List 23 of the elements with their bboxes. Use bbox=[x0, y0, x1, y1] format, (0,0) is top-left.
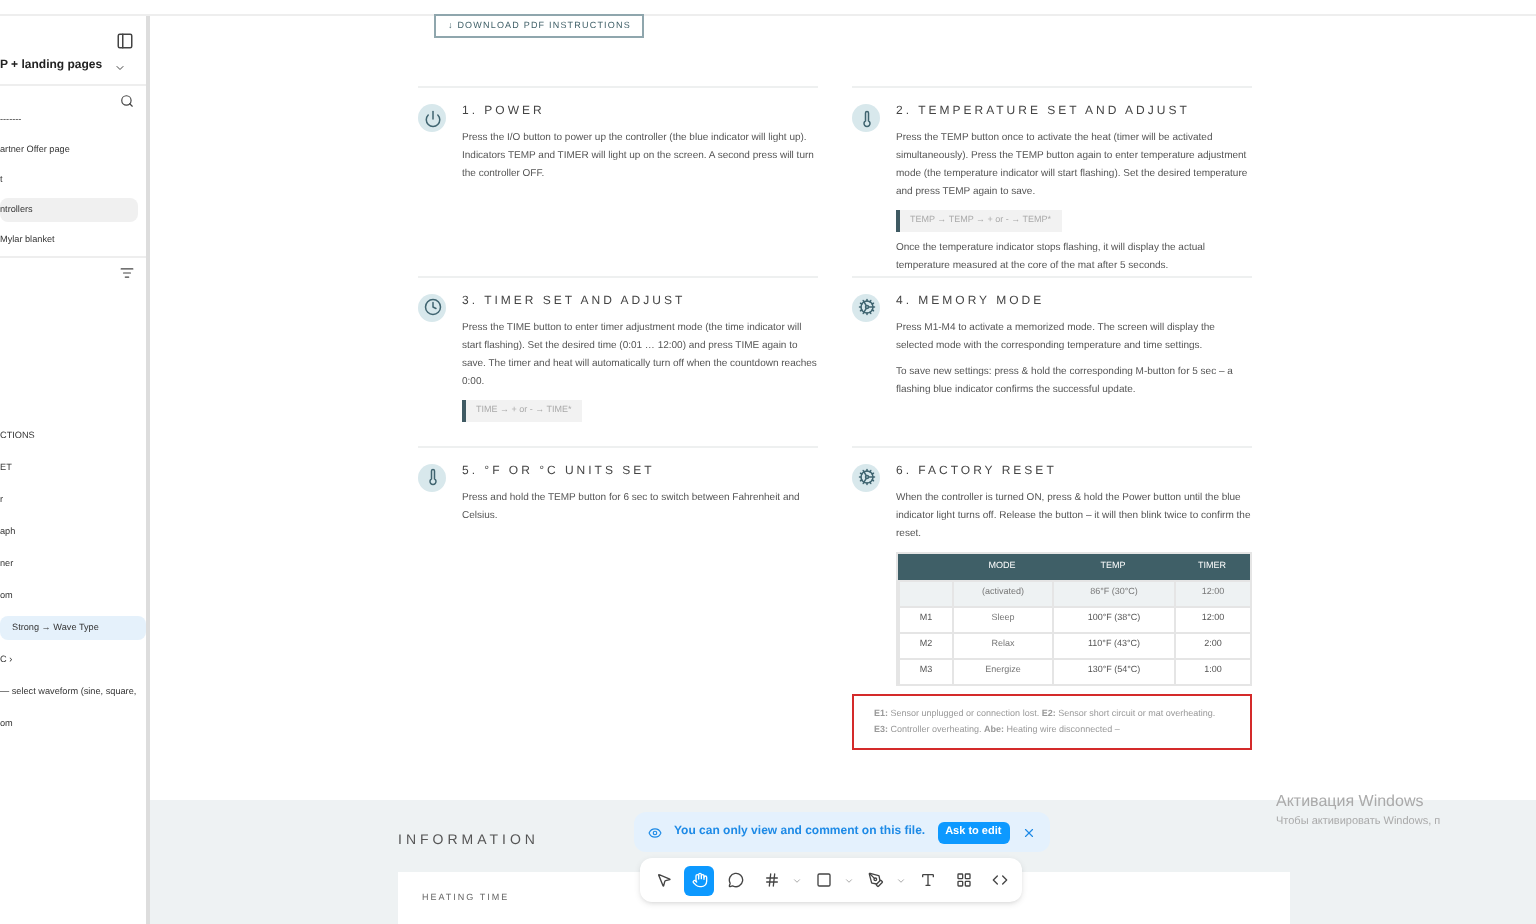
table-header-cell bbox=[898, 553, 952, 580]
rectangle-icon bbox=[815, 872, 831, 888]
section-icon bbox=[418, 104, 446, 132]
section-icon bbox=[418, 463, 446, 492]
chevron-icon[interactable] bbox=[114, 61, 127, 73]
components-icon bbox=[955, 872, 971, 888]
section-icon bbox=[852, 104, 880, 132]
pointer-icon bbox=[655, 872, 671, 888]
pen-icon bbox=[867, 872, 883, 888]
filter-icon[interactable] bbox=[120, 266, 134, 280]
section-icon bbox=[418, 293, 446, 322]
close-icon[interactable] bbox=[1021, 825, 1036, 839]
sidebar-toggle-icon[interactable] bbox=[116, 32, 134, 50]
frame-icon bbox=[763, 872, 779, 888]
search-icon[interactable] bbox=[120, 94, 134, 108]
section-icon bbox=[852, 463, 880, 492]
comment-icon bbox=[727, 872, 743, 888]
hand-icon bbox=[691, 872, 707, 888]
activation-title: Активация Windows bbox=[1276, 790, 1426, 814]
text-icon bbox=[919, 872, 935, 888]
eye-icon bbox=[648, 825, 662, 839]
section-icon bbox=[852, 293, 880, 322]
code-icon bbox=[991, 872, 1007, 888]
